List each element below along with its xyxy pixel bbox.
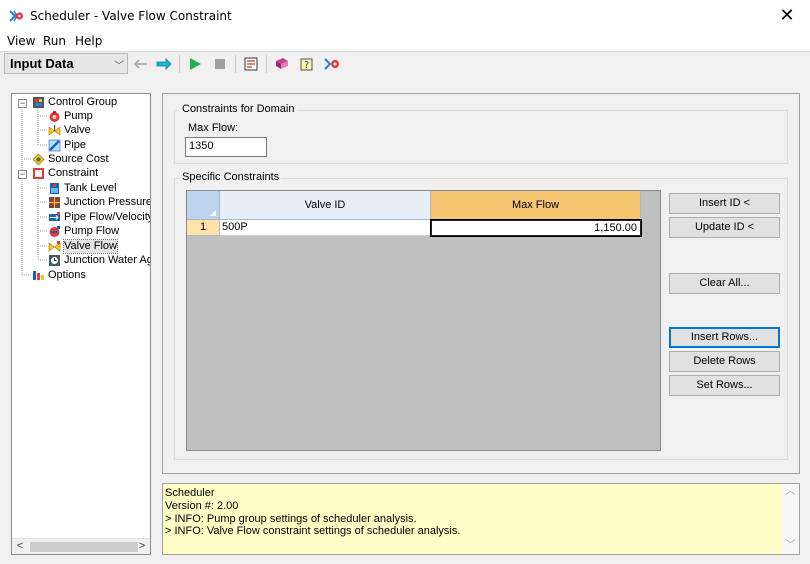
clear-all-button[interactable]: Clear All... (669, 273, 780, 294)
tree-item-label: Valve Flow (63, 239, 118, 254)
tree-item-label: Junction Water Age (64, 254, 151, 266)
help-icon[interactable]: ? (298, 55, 316, 73)
junction-pressure-icon (49, 197, 60, 208)
scrollbar-thumb[interactable] (30, 542, 138, 552)
collapse-icon[interactable]: − (18, 170, 27, 179)
window-title: Scheduler - Valve Flow Constraint (30, 9, 232, 23)
back-arrow-icon[interactable] (131, 55, 149, 73)
output-log[interactable]: Scheduler Version #: 2.00 > INFO: Pump g… (162, 483, 800, 555)
max-flow-input[interactable]: 1350 (185, 137, 267, 157)
scheduler-app-icon (9, 10, 23, 22)
forward-arrow-icon[interactable] (155, 55, 173, 73)
set-rows-button[interactable]: Set Rows... (669, 375, 780, 396)
constraint-icon (33, 168, 44, 179)
tree-item-label: Source Cost (48, 153, 109, 165)
close-icon[interactable]: ✕ (764, 0, 810, 32)
constraints-grid[interactable]: Valve ID Max Flow 1 500P 1,150.00 (186, 190, 661, 451)
tree-item-label: Pipe (64, 139, 87, 151)
menu-help[interactable]: Help (75, 34, 102, 48)
menu-run[interactable]: Run (43, 34, 66, 48)
tree-item-label: Valve (64, 124, 91, 136)
tree-item-label: Junction Pressure (64, 196, 151, 208)
tree-horizontal-scrollbar[interactable]: < > (12, 538, 150, 554)
pipe-flow-velocity-icon (49, 212, 60, 221)
valve-icon (48, 125, 61, 136)
toolbar: Input Data ﹀ ? (0, 52, 810, 76)
pipe-icon (48, 139, 61, 152)
chevron-down-icon: ﹀ (114, 61, 124, 72)
view-select[interactable]: Input Data ﹀ (4, 53, 128, 74)
tree-item-label: Constraint (48, 167, 99, 179)
delete-rows-button[interactable]: Delete Rows (669, 351, 780, 372)
toolbar-separator (266, 55, 267, 73)
cell-valve-id[interactable]: 500P (220, 220, 431, 236)
junction-water-age-icon (49, 255, 60, 266)
title-bar: Scheduler - Valve Flow Constraint ✕ (0, 0, 810, 32)
navigation-tree: − − Control Group Pump Valve Pipe Source… (11, 93, 151, 555)
run-play-icon[interactable] (186, 55, 204, 73)
pump-flow-icon (49, 226, 60, 237)
scroll-right-icon[interactable]: > (134, 539, 150, 554)
max-flow-label: Max Flow: (188, 122, 239, 134)
scheduler-icon[interactable] (323, 55, 341, 73)
tree-item-label: Tank Level (64, 182, 117, 194)
book-icon[interactable] (273, 55, 291, 73)
insert-rows-button[interactable]: Insert Rows... (669, 327, 780, 348)
pump-icon (49, 111, 60, 122)
source-cost-icon (32, 153, 45, 166)
scroll-down-icon[interactable]: ﹀ (782, 538, 799, 554)
options-icon (33, 271, 44, 280)
toolbar-separator (179, 55, 180, 73)
column-header-valve-id[interactable]: Valve ID (220, 191, 431, 220)
tree-item-label: Pump (64, 110, 93, 122)
toolbar-separator (235, 55, 236, 73)
menu-bar: View Run Help (0, 32, 810, 52)
log-line: > INFO: Valve Flow constraint settings o… (165, 525, 461, 537)
scheduler-report-icon[interactable] (242, 55, 260, 73)
domain-group-title: Constraints for Domain (180, 103, 297, 115)
tree-item-label: Control Group (48, 96, 118, 108)
scroll-left-icon[interactable]: < (12, 539, 28, 554)
cell-max-flow[interactable]: 1,150.00 (430, 219, 642, 237)
update-id-button[interactable]: Update ID < (669, 217, 780, 238)
log-vertical-scrollbar[interactable]: ︿ ﹀ (782, 484, 799, 554)
row-header[interactable]: 1 (187, 220, 220, 236)
tree-item-label: Pump Flow (64, 225, 120, 237)
tree-item-label: Pipe Flow/Velocity (64, 211, 151, 223)
view-select-value: Input Data (10, 56, 74, 71)
stop-icon[interactable] (211, 55, 229, 73)
grid-select-all-corner[interactable] (187, 191, 220, 220)
specific-group-title: Specific Constraints (180, 171, 282, 183)
scroll-up-icon[interactable]: ︿ (782, 484, 799, 500)
insert-id-button[interactable]: Insert ID < (669, 193, 780, 214)
column-header-max-flow[interactable]: Max Flow (431, 191, 641, 220)
log-line: Version #: 2.00 (165, 500, 239, 512)
svg-text:?: ? (304, 60, 309, 71)
menu-view[interactable]: View (7, 34, 35, 48)
log-line: > INFO: Pump group settings of scheduler… (165, 513, 417, 525)
tree-item-label: Options (48, 269, 86, 281)
valve-flow-icon (48, 241, 61, 252)
tank-level-icon (50, 183, 59, 194)
collapse-icon[interactable]: − (18, 99, 27, 108)
control-group-icon (33, 97, 44, 108)
log-line: Scheduler (165, 487, 215, 499)
